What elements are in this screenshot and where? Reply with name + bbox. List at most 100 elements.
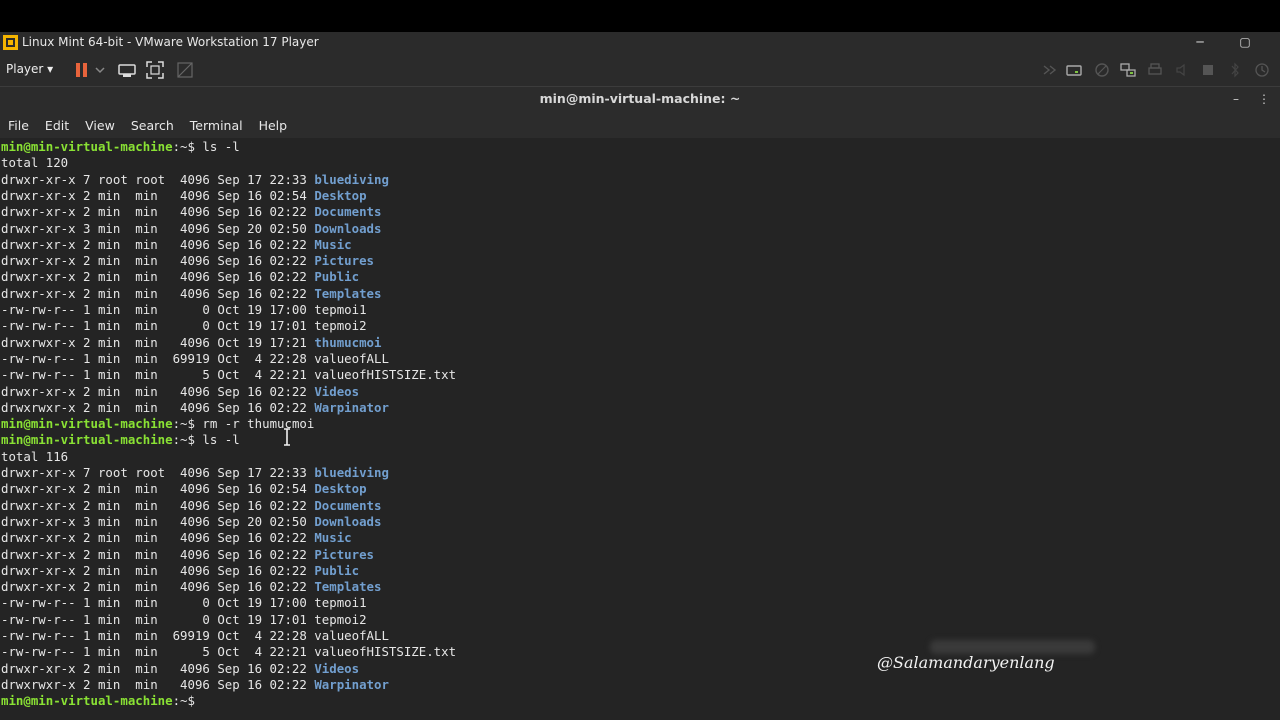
command-text: ls -l <box>194 139 240 154</box>
output-text: drwxr-xr-x 2 min min 4096 Sep 16 02:22 <box>1 204 315 219</box>
blurred-text <box>930 640 1095 654</box>
terminal-output[interactable]: min@min-virtual-machine:~$ ls -l total 12… <box>0 138 1280 720</box>
prompt-line: min@min-virtual-machine:~$ rm -r thumucm… <box>1 416 314 432</box>
output-line: drwxr-xr-x 2 min min 4096 Sep 16 02:22 V… <box>1 661 359 677</box>
output-line: drwxr-xr-x 2 min min 4096 Sep 16 02:22 T… <box>1 579 381 595</box>
prompt-user-host: min@min-virtual-machine <box>1 139 173 154</box>
terminal-title-bar: min@min-virtual-machine: ~ – ⋮ <box>0 87 1280 111</box>
output-text: drwxr-xr-x 2 min min 4096 Sep 16 02:54 <box>1 188 315 203</box>
output-line: -rw-rw-r-- 1 min min 5 Oct 4 22:21 value… <box>1 367 456 383</box>
prompt-path: :~$ <box>172 416 195 431</box>
sound-icon[interactable] <box>1172 60 1192 80</box>
output-text: drwxrwxr-x 2 min min 4096 Oct 19 17:21 <box>1 335 315 350</box>
output-text: drwxr-xr-x 2 min min 4096 Sep 16 02:22 <box>1 253 315 268</box>
output-line: -rw-rw-r-- 1 min min 0 Oct 19 17:00 tepm… <box>1 595 367 611</box>
terminal-menu-bar: File Edit View Search Terminal Help <box>0 115 295 137</box>
forward-arrows-icon[interactable] <box>1040 60 1060 80</box>
command-text: rm -r thumucmoi <box>194 416 315 431</box>
output-line: drwxrwxr-x 2 min min 4096 Oct 19 17:21 t… <box>1 335 381 351</box>
directory-name: Warpinator <box>314 677 389 692</box>
output-text: -rw-rw-r-- 1 min min 0 Oct 19 17:00 tepm… <box>1 595 367 610</box>
output-line: drwxr-xr-x 2 min min 4096 Sep 16 02:22 P… <box>1 269 359 285</box>
output-line: drwxr-xr-x 2 min min 4096 Sep 16 02:54 D… <box>1 188 367 204</box>
prompt-line: min@min-virtual-machine:~$ ls -l <box>1 139 240 155</box>
terminal-menu-button[interactable]: ⋮ <box>1254 87 1274 111</box>
prompt-path: :~$ <box>172 139 195 154</box>
prompt-user-host: min@min-virtual-machine <box>1 432 173 447</box>
output-text: drwxr-xr-x 2 min min 4096 Sep 16 02:22 <box>1 237 315 252</box>
output-text: drwxr-xr-x 2 min min 4096 Sep 16 02:22 <box>1 286 315 301</box>
video-top-black-bar <box>0 0 1280 32</box>
send-ctrl-alt-del-icon[interactable] <box>117 60 137 80</box>
output-line: -rw-rw-r-- 1 min min 0 Oct 19 17:01 tepm… <box>1 318 367 334</box>
output-text: -rw-rw-r-- 1 min min 69919 Oct 4 22:28 v… <box>1 351 389 366</box>
output-text: drwxrwxr-x 2 min min 4096 Sep 16 02:22 <box>1 677 315 692</box>
output-line: -rw-rw-r-- 1 min min 69919 Oct 4 22:28 v… <box>1 628 389 644</box>
output-line: -rw-rw-r-- 1 min min 0 Oct 19 17:01 tepm… <box>1 612 367 628</box>
prompt-path: :~$ <box>172 432 195 447</box>
printer-icon[interactable] <box>1145 60 1165 80</box>
output-line: drwxr-xr-x 2 min min 4096 Sep 16 02:54 D… <box>1 481 367 497</box>
menu-file[interactable]: File <box>0 115 37 137</box>
output-line: drwxrwxr-x 2 min min 4096 Sep 16 02:22 W… <box>1 677 389 693</box>
directory-name: thumucmoi <box>314 335 382 350</box>
display-settings-icon[interactable] <box>1252 60 1272 80</box>
output-text: drwxr-xr-x 2 min min 4096 Sep 16 02:22 <box>1 530 315 545</box>
output-line: drwxr-xr-x 2 min min 4096 Sep 16 02:22 P… <box>1 253 374 269</box>
directory-name: bluediving <box>314 465 389 480</box>
player-menu-button[interactable]: Player ▾ <box>6 62 53 76</box>
chevron-down-icon[interactable] <box>94 60 106 80</box>
directory-name: Pictures <box>314 253 374 268</box>
output-text: -rw-rw-r-- 1 min min 0 Oct 19 17:00 tepm… <box>1 302 367 317</box>
menu-view[interactable]: View <box>77 115 123 137</box>
directory-name: Videos <box>314 661 360 676</box>
output-text: -rw-rw-r-- 1 min min 5 Oct 4 22:21 value… <box>1 367 457 382</box>
directory-name: Desktop <box>314 481 367 496</box>
pause-icon[interactable] <box>72 60 92 80</box>
directory-name: Templates <box>314 579 382 594</box>
bluetooth-icon[interactable] <box>1225 60 1245 80</box>
output-line: drwxr-xr-x 7 root root 4096 Sep 17 22:33… <box>1 465 389 481</box>
fullscreen-icon[interactable] <box>145 60 165 80</box>
network-adapter-icon[interactable] <box>1118 60 1138 80</box>
menu-edit[interactable]: Edit <box>37 115 77 137</box>
output-line: -rw-rw-r-- 1 min min 5 Oct 4 22:21 value… <box>1 644 456 660</box>
usb-device-icon[interactable] <box>1198 60 1218 80</box>
maximize-button[interactable]: ▢ <box>1233 33 1257 51</box>
menu-terminal[interactable]: Terminal <box>182 115 251 137</box>
output-text: drwxr-xr-x 2 min min 4096 Sep 16 02:22 <box>1 661 315 676</box>
directory-name: Downloads <box>314 514 382 529</box>
output-line: drwxr-xr-x 7 root root 4096 Sep 17 22:33… <box>1 172 389 188</box>
terminal-minimize-button[interactable]: – <box>1226 87 1246 111</box>
output-line: drwxr-xr-x 3 min min 4096 Sep 20 02:50 D… <box>1 514 381 530</box>
output-text: -rw-rw-r-- 1 min min 0 Oct 19 17:01 tepm… <box>1 318 367 333</box>
watermark: @Salamandaryenlang <box>877 653 1055 672</box>
output-text: total 116 <box>1 449 69 464</box>
output-text: drwxrwxr-x 2 min min 4096 Sep 16 02:22 <box>1 400 315 415</box>
menu-help[interactable]: Help <box>251 115 296 137</box>
output-line: -rw-rw-r-- 1 min min 0 Oct 19 17:00 tepm… <box>1 302 367 318</box>
vmware-logo-icon <box>3 35 18 50</box>
output-text: drwxr-xr-x 7 root root 4096 Sep 17 22:33 <box>1 465 315 480</box>
directory-name: Documents <box>314 204 382 219</box>
unity-mode-icon[interactable] <box>175 60 195 80</box>
output-line: drwxr-xr-x 2 min min 4096 Sep 16 02:22 M… <box>1 530 352 546</box>
directory-name: Warpinator <box>314 400 389 415</box>
prompt-line: min@min-virtual-machine:~$ <box>1 693 195 709</box>
directory-name: Public <box>314 563 360 578</box>
hard-disk-icon[interactable] <box>1064 60 1084 80</box>
output-text: drwxr-xr-x 3 min min 4096 Sep 20 02:50 <box>1 514 315 529</box>
menu-search[interactable]: Search <box>123 115 182 137</box>
output-text: total 120 <box>1 155 69 170</box>
output-text: drwxr-xr-x 2 min min 4096 Sep 16 02:22 <box>1 579 315 594</box>
output-text: -rw-rw-r-- 1 min min 0 Oct 19 17:01 tepm… <box>1 612 367 627</box>
output-line: drwxr-xr-x 2 min min 4096 Sep 16 02:22 M… <box>1 237 352 253</box>
output-text: drwxr-xr-x 3 min min 4096 Sep 20 02:50 <box>1 221 315 236</box>
terminal-title: min@min-virtual-machine: ~ <box>539 91 741 106</box>
cd-drive-icon[interactable] <box>1092 60 1112 80</box>
directory-name: Pictures <box>314 547 374 562</box>
output-line: drwxr-xr-x 2 min min 4096 Sep 16 02:22 D… <box>1 498 381 514</box>
output-text: -rw-rw-r-- 1 min min 69919 Oct 4 22:28 v… <box>1 628 389 643</box>
output-line: drwxr-xr-x 2 min min 4096 Sep 16 02:22 T… <box>1 286 381 302</box>
minimize-button[interactable]: ─ <box>1188 33 1212 51</box>
